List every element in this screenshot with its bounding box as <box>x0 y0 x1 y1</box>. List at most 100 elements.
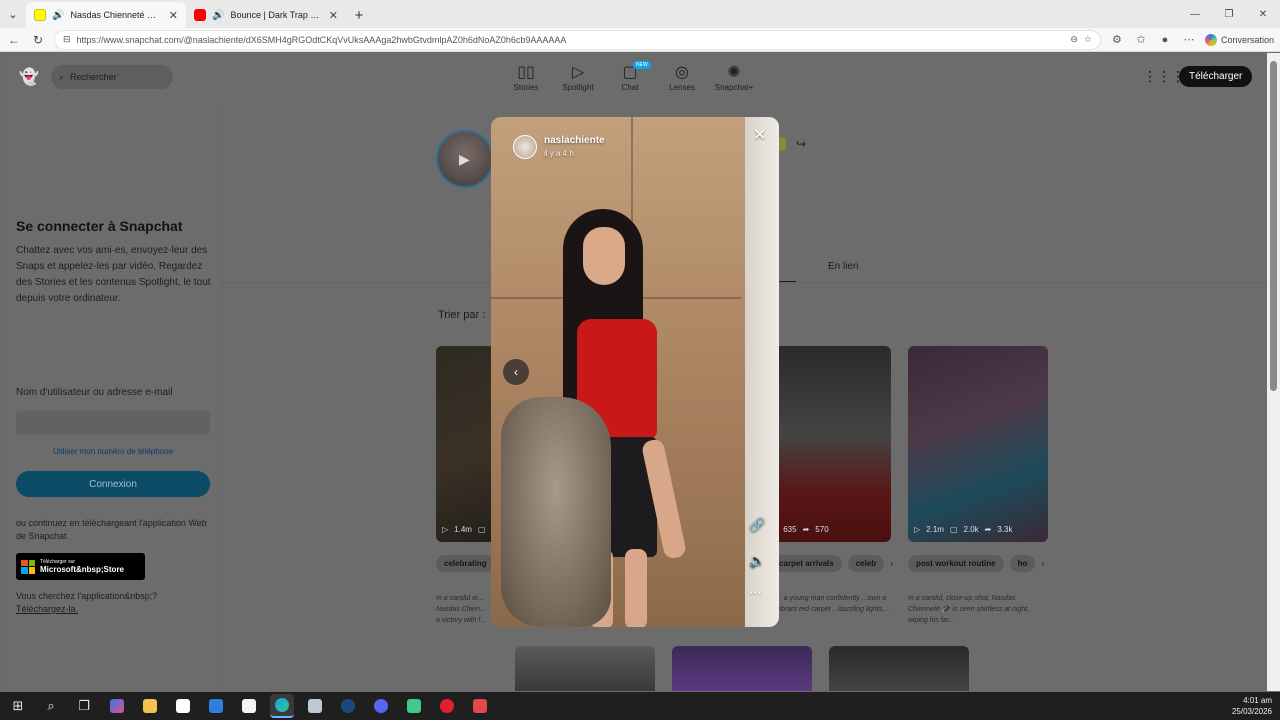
nav-snapchat-plus[interactable]: ✺ Snapchat+ <box>715 63 753 92</box>
app-icon[interactable] <box>402 694 426 718</box>
spotlight-card[interactable] <box>515 646 655 691</box>
favorites-icon[interactable]: ✩ <box>1133 33 1149 46</box>
app-icon[interactable] <box>468 694 492 718</box>
subscribe-badge <box>778 137 786 151</box>
mail-icon[interactable] <box>204 694 228 718</box>
card-description: In a candid ei... Nasdas Chien... a vict… <box>436 595 487 624</box>
minimize-icon[interactable]: — <box>1178 0 1212 28</box>
windows-start-icon[interactable]: ⊞ <box>6 694 30 718</box>
favorite-star-icon[interactable]: ☆ <box>1084 34 1092 45</box>
spotlight-card[interactable] <box>829 646 969 691</box>
microsoft-logo-icon <box>21 559 35 574</box>
topic-chips: celebrating <box>436 555 495 572</box>
nav-chat[interactable]: NEW ▢ Chat <box>613 61 651 92</box>
file-explorer-icon[interactable] <box>138 694 162 718</box>
nav-label: Lenses <box>669 83 695 92</box>
app-icon[interactable] <box>303 694 327 718</box>
nav-stories[interactable]: ▯▯ Stories <box>509 63 543 92</box>
login-title: Se connecter à Snapchat <box>16 218 183 234</box>
close-window-icon[interactable]: ✕ <box>1246 0 1280 28</box>
page-scrollbar[interactable] <box>1267 53 1280 691</box>
site-info-icon[interactable]: ⊟ <box>63 34 71 45</box>
scrollbar-thumb[interactable] <box>1270 61 1277 391</box>
snapchat-ghost-icon[interactable]: 👻 <box>19 67 39 87</box>
task-view-icon[interactable]: ❐ <box>72 694 96 718</box>
copilot-app-icon[interactable] <box>105 694 129 718</box>
more-menu-icon[interactable]: ⋯ <box>1181 33 1197 46</box>
volume-icon[interactable]: 🔈 <box>749 553 765 569</box>
topic-chip[interactable]: ho <box>1009 555 1036 572</box>
clock-time: 4:01 am <box>1243 696 1272 705</box>
share-icon[interactable]: ↪ <box>796 137 806 151</box>
profile-icon[interactable]: ● <box>1157 34 1173 46</box>
previous-story-button[interactable]: ‹ <box>503 359 529 385</box>
profile-avatar[interactable]: ▶ <box>436 130 494 188</box>
comments-count: 635 <box>783 525 797 534</box>
ghost-plus-icon: ✺ <box>727 64 741 81</box>
topic-chip[interactable]: post workout routine <box>908 555 1004 572</box>
address-toolbar: ← ↻ ⊟ https://www.snapchat.com/@naslachi… <box>0 28 1280 52</box>
story-viewer[interactable]: naslachiente il y a 4 h ✕ ‹ 🔗 🔈 ⋯ <box>491 117 779 627</box>
face-shape <box>583 227 625 285</box>
chevron-right-icon[interactable]: › <box>890 555 893 572</box>
download-button[interactable]: Télécharger <box>1179 66 1253 87</box>
spotlight-card[interactable]: ▷ 2.1m ▢ 2.0k ➦ 3.3k <box>908 346 1048 542</box>
topic-chip[interactable]: carpet arrivals <box>771 555 842 572</box>
store-icon[interactable] <box>171 694 195 718</box>
comments-icon: ▢ <box>949 525 958 534</box>
system-clock[interactable]: 4:01 am 25/03/2026 <box>1232 695 1272 717</box>
fur-coat-shape <box>501 397 611 627</box>
topic-chip[interactable]: celebrating <box>436 555 495 572</box>
login-sidebar: Se connecter à Snapchat Chattez avec vos… <box>3 103 221 691</box>
refresh-icon[interactable]: ↻ <box>30 33 46 47</box>
speaker-icon[interactable]: 🔊 <box>52 10 64 21</box>
microsoft-store-button[interactable]: Télécharger sur Microsoft&nbsp;Store <box>16 553 145 580</box>
topic-chip[interactable]: celeb <box>847 555 885 572</box>
tab-youtube[interactable]: 🔊 Bounce | Dark Trap Beat | Free ✕ <box>186 2 346 28</box>
reader-icon[interactable]: ⊖ <box>1070 34 1078 45</box>
speaker-icon[interactable]: 🔊 <box>212 10 224 21</box>
play-icon: ▶ <box>459 151 470 167</box>
link-icon[interactable]: 🔗 <box>749 517 765 533</box>
close-icon[interactable]: ✕ <box>753 125 766 145</box>
story-author-avatar[interactable] <box>513 135 537 159</box>
opera-icon[interactable] <box>435 694 459 718</box>
extensions-icon[interactable]: ⚙ <box>1109 33 1125 46</box>
snapchat-header: 👻 ⌕ Rechercher ▯▯ Stories ▷ Spotlight NE… <box>3 53 1267 103</box>
wall-panel <box>745 117 779 627</box>
download-it-link[interactable]: Téléchargez-la. <box>16 604 78 614</box>
new-tab-button[interactable]: + <box>346 2 372 28</box>
edge-browser-icon[interactable] <box>270 694 294 718</box>
tab-en-lien[interactable]: En lien <box>828 261 859 272</box>
login-button[interactable]: Connexion <box>16 471 210 497</box>
tab-actions-menu-icon[interactable]: ⌄ <box>0 0 26 28</box>
close-tab-icon[interactable]: ✕ <box>329 9 338 22</box>
search-input[interactable]: ⌕ Rechercher <box>51 65 173 89</box>
card-stats: ▷1.4m ▢3 <box>442 525 496 534</box>
url-field[interactable]: ⊟ https://www.snapchat.com/@naslachiente… <box>54 29 1101 50</box>
shares-icon: ➦ <box>802 525 810 534</box>
copilot-button[interactable]: Conversation <box>1204 33 1274 46</box>
clock-date: 25/03/2026 <box>1231 707 1272 716</box>
nav-label: Stories <box>513 83 539 92</box>
maximize-icon[interactable]: ❐ <box>1212 0 1246 28</box>
spotlight-card[interactable] <box>672 646 812 691</box>
sort-label[interactable]: Trier par : <box>438 309 485 321</box>
steam-icon[interactable] <box>336 694 360 718</box>
username-input[interactable] <box>16 411 210 435</box>
more-options-icon[interactable]: ⋯ <box>749 585 762 601</box>
close-tab-icon[interactable]: ✕ <box>169 9 178 22</box>
use-phone-link[interactable]: Utiliser mon numéro de téléphone <box>16 447 210 456</box>
notepad-icon[interactable] <box>237 694 261 718</box>
discord-icon[interactable] <box>369 694 393 718</box>
story-author-name[interactable]: naslachiente <box>544 135 605 146</box>
chevron-right-icon[interactable]: › <box>1041 555 1044 572</box>
back-icon[interactable]: ← <box>6 33 22 47</box>
search-icon[interactable]: ⌕ <box>39 694 63 718</box>
copilot-icon <box>1204 33 1217 46</box>
nav-lenses[interactable]: ◎ Lenses <box>665 63 699 92</box>
nav-spotlight[interactable]: ▷ Spotlight <box>561 63 595 92</box>
views-icon: ▷ <box>442 525 449 534</box>
tab-snapchat[interactable]: 🔊 Nasdas Chienneté 🎓 (@nasl ✕ <box>26 2 186 28</box>
new-badge: NEW <box>633 61 651 69</box>
